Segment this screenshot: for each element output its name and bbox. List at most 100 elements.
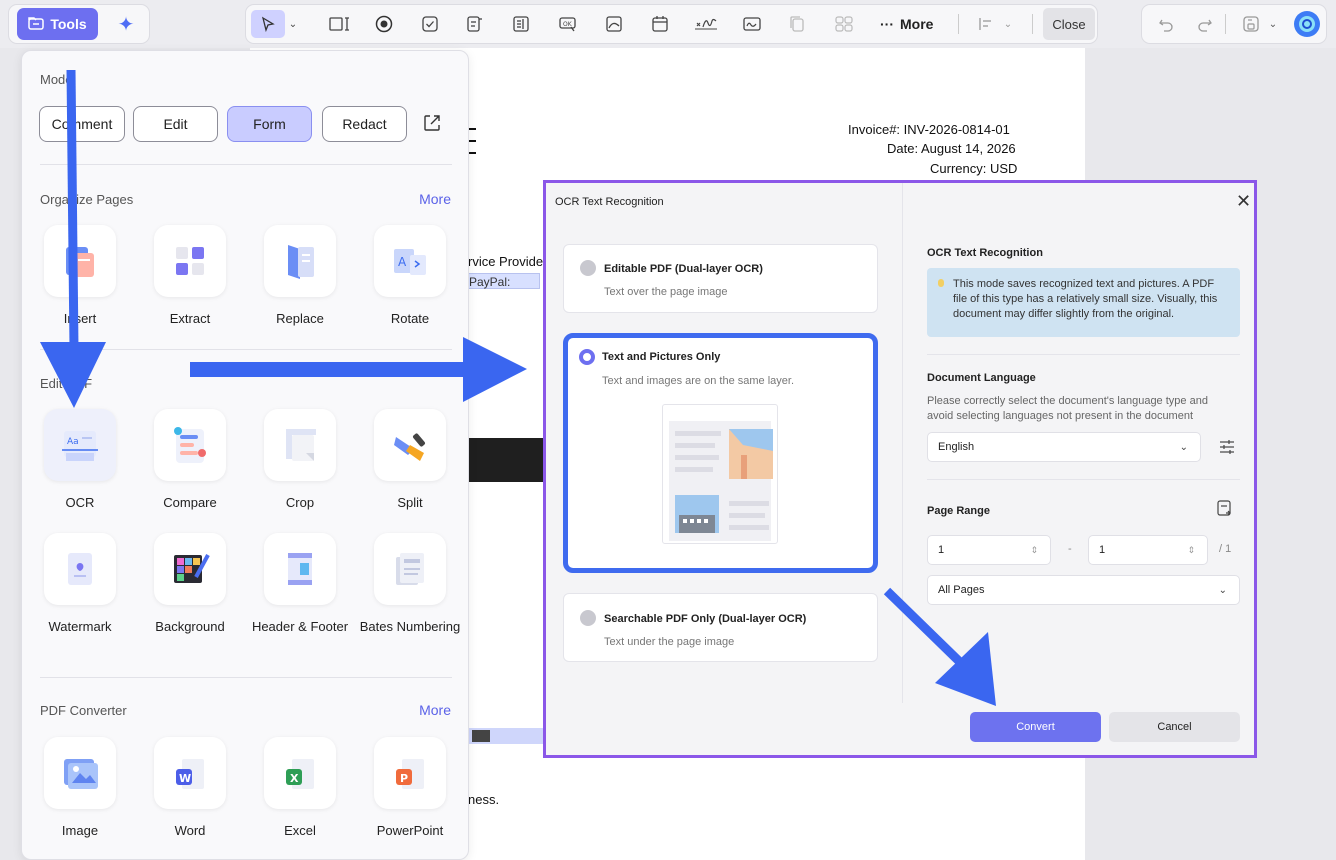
- invoice-date-text: Date: August 14, 2026: [887, 141, 1016, 156]
- chevron-down-icon[interactable]: ⌄: [287, 12, 299, 36]
- tool-label: Header & Footer: [251, 619, 349, 634]
- option-editable-pdf[interactable]: Editable PDF (Dual-layer OCR) Text over …: [563, 244, 878, 313]
- tool-background[interactable]: Background: [135, 533, 245, 636]
- cancel-button[interactable]: Cancel: [1109, 712, 1240, 742]
- organize-more-link[interactable]: More: [419, 191, 451, 207]
- option-desc: Text under the page image: [604, 636, 735, 648]
- duplicate-field-icon[interactable]: [785, 12, 809, 36]
- radio-unselected[interactable]: [580, 260, 596, 276]
- extract-icon: [154, 225, 226, 297]
- toolbar-divider: [958, 14, 959, 34]
- mode-comment-button[interactable]: Comment: [39, 106, 125, 142]
- ok-button-icon[interactable]: OK: [556, 12, 580, 36]
- lightbulb-icon: [938, 279, 944, 287]
- more-tools-button[interactable]: ··· More: [880, 12, 933, 36]
- tool-to-excel[interactable]: X Excel: [245, 737, 355, 840]
- page-range-separator: -: [1068, 543, 1072, 555]
- mode-form-button[interactable]: Form: [227, 106, 312, 142]
- svg-text:P: P: [400, 772, 408, 785]
- ocr-info-text: This mode saves recognized text and pict…: [953, 278, 1218, 320]
- dialog-title: OCR Text Recognition: [555, 196, 664, 208]
- mode-section-title: Mode: [40, 72, 73, 87]
- tool-rotate[interactable]: A Rotate: [355, 225, 465, 328]
- checkbox-icon[interactable]: [418, 12, 442, 36]
- option-text-and-pictures[interactable]: Text and Pictures Only Text and images a…: [563, 333, 878, 573]
- page-range-icon[interactable]: [1216, 499, 1234, 522]
- page-from-input[interactable]: 1 ⇕: [927, 535, 1051, 565]
- select-pointer-icon[interactable]: [251, 10, 285, 38]
- tool-label: Compare: [163, 495, 217, 510]
- header-footer-icon: [264, 533, 336, 605]
- option-title: Text and Pictures Only: [602, 351, 721, 363]
- tool-to-image[interactable]: Image: [25, 737, 135, 840]
- language-settings-icon[interactable]: [1218, 438, 1236, 459]
- radio-unselected[interactable]: [580, 610, 596, 626]
- ai-assistant-icon[interactable]: [1294, 11, 1320, 37]
- page-range-select[interactable]: All Pages ⌄: [927, 575, 1240, 605]
- language-select[interactable]: English ⌄: [927, 432, 1201, 462]
- digital-signature-icon[interactable]: [740, 12, 764, 36]
- option-searchable-pdf[interactable]: Searchable PDF Only (Dual-layer OCR) Tex…: [563, 593, 878, 662]
- tool-watermark[interactable]: Watermark: [25, 533, 135, 636]
- external-link-icon[interactable]: [422, 113, 442, 136]
- combo-box-icon[interactable]: [463, 12, 487, 36]
- grid-arrange-icon[interactable]: [832, 12, 856, 36]
- edit-divider: [40, 677, 452, 678]
- page-to-value: 1: [1099, 544, 1106, 556]
- tool-to-word[interactable]: W Word: [135, 737, 245, 840]
- converter-more-link[interactable]: More: [419, 702, 451, 718]
- convert-button[interactable]: Convert: [970, 712, 1101, 742]
- align-chevron-down-icon[interactable]: ⌄: [1001, 12, 1015, 36]
- signature-field-icon[interactable]: [692, 12, 720, 36]
- tool-split[interactable]: Split: [355, 409, 465, 512]
- page-range-mode: All Pages: [938, 584, 985, 596]
- undo-icon[interactable]: [1154, 12, 1178, 36]
- word-icon: W: [154, 737, 226, 809]
- tool-ocr[interactable]: Aa OCR: [25, 409, 135, 512]
- tool-label: Rotate: [390, 311, 430, 326]
- stepper-icon[interactable]: ⇕: [1030, 545, 1038, 556]
- date-field-icon[interactable]: [648, 12, 672, 36]
- tools-button[interactable]: Tools: [17, 8, 98, 40]
- tool-insert[interactable]: Insert: [25, 225, 135, 328]
- tool-header-footer[interactable]: Header & Footer: [245, 533, 355, 636]
- redo-icon[interactable]: [1193, 12, 1217, 36]
- tool-extract[interactable]: Extract: [135, 225, 245, 328]
- service-provider-text: rvice Provide: [468, 254, 544, 269]
- folder-icon: [28, 16, 45, 33]
- save-chevron-down-icon[interactable]: ⌄: [1266, 12, 1280, 36]
- option-desc: Text over the page image: [604, 286, 728, 298]
- ocr-info-box: This mode saves recognized text and pict…: [927, 268, 1240, 337]
- svg-text:A: A: [398, 255, 407, 269]
- excel-icon: X: [264, 737, 336, 809]
- ai-sparkle-icon[interactable]: ✦: [114, 12, 138, 36]
- tool-replace[interactable]: Replace: [245, 225, 355, 328]
- page-total: / 1: [1219, 543, 1232, 555]
- tool-bates-numbering[interactable]: Bates Numbering: [355, 533, 465, 636]
- save-icon[interactable]: [1239, 12, 1263, 36]
- close-form-mode-button[interactable]: Close: [1043, 8, 1095, 40]
- edit-section-title: Edit PDF: [40, 376, 93, 391]
- text-field-icon[interactable]: [328, 12, 352, 36]
- tool-to-powerpoint[interactable]: P PowerPoint: [355, 737, 465, 840]
- radio-button-icon[interactable]: [372, 12, 396, 36]
- stepper-icon[interactable]: ⇕: [1187, 545, 1195, 556]
- align-left-icon[interactable]: [974, 12, 998, 36]
- paypal-form-field[interactable]: PayPal:: [468, 273, 540, 289]
- page-to-input[interactable]: 1 ⇕: [1088, 535, 1208, 565]
- option-title: Searchable PDF Only (Dual-layer OCR): [604, 613, 807, 625]
- tool-label: Extract: [169, 311, 211, 326]
- tool-label: Word: [174, 823, 206, 838]
- mode-edit-button[interactable]: Edit: [133, 106, 218, 142]
- language-value: English: [938, 441, 975, 453]
- tool-crop[interactable]: Crop: [245, 409, 355, 512]
- mode-redact-button[interactable]: Redact: [322, 106, 407, 142]
- settings-divider: [927, 354, 1240, 355]
- heading-fragment: [468, 128, 476, 154]
- image-field-icon[interactable]: [602, 12, 626, 36]
- radio-selected[interactable]: [579, 349, 595, 365]
- tool-compare[interactable]: Compare: [135, 409, 245, 512]
- form-field-highlight[interactable]: [468, 728, 548, 744]
- list-box-icon[interactable]: [509, 12, 533, 36]
- organize-divider: [40, 349, 452, 350]
